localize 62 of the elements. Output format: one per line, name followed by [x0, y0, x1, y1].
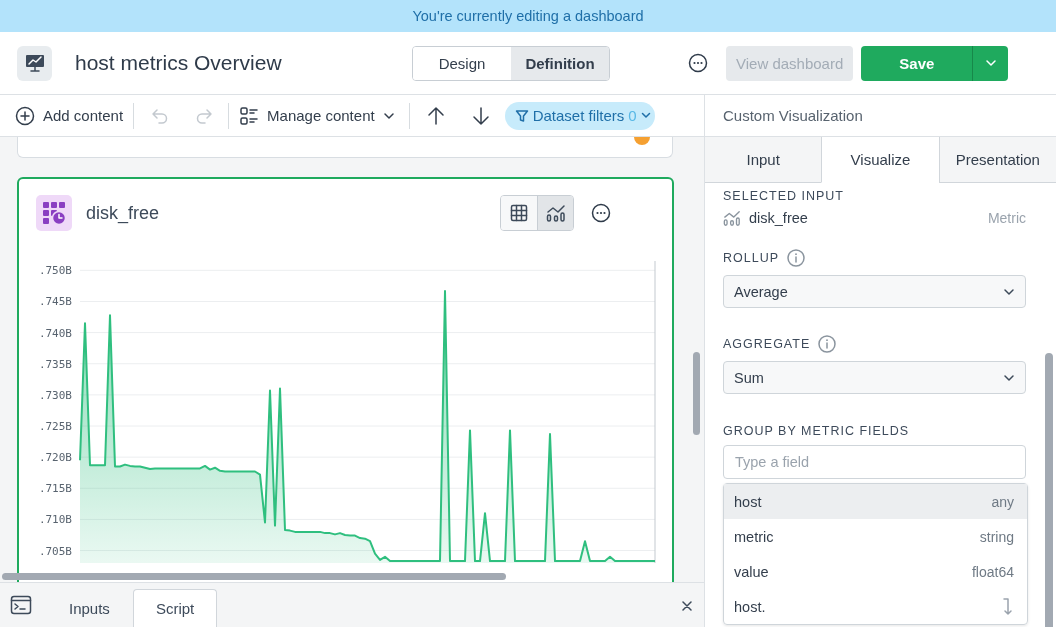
table-view-button[interactable]	[501, 196, 537, 230]
dropdown[interactable]: Sum	[723, 361, 1026, 394]
plus-circle-icon	[15, 105, 35, 126]
input-name: disk_free	[749, 210, 808, 226]
panel-tab[interactable]: Inputs	[46, 589, 133, 627]
dashboard-title: host metrics Overview	[75, 51, 283, 75]
axis-tick-label: .730B	[38, 388, 72, 402]
field-option[interactable]: host any	[724, 484, 1027, 519]
more-options-icon[interactable]	[688, 53, 708, 73]
axis-tick-label: .725B	[38, 420, 72, 433]
info-icon[interactable]	[787, 249, 806, 267]
arrow-down-icon	[1002, 597, 1014, 616]
move-down-icon[interactable]	[470, 105, 491, 126]
section-label: SELECTED INPUT	[723, 189, 844, 203]
move-up-icon[interactable]	[425, 105, 446, 126]
dataset-filters-button[interactable]: Dataset filters 0	[504, 101, 655, 130]
section-label: AGGREGATE	[723, 337, 811, 351]
banner-message: You're currently editing a dashboard	[412, 8, 644, 24]
list-icon	[239, 105, 260, 126]
section-label: ROLLUP	[723, 251, 780, 265]
caret-icon	[1003, 373, 1015, 382]
panel-tab[interactable]: Script	[132, 589, 218, 627]
grid-clock-icon	[36, 195, 72, 231]
card-title: disk_free	[86, 202, 161, 224]
chart-icon	[545, 204, 566, 222]
chart-view-button[interactable]	[537, 196, 573, 230]
caret-icon	[984, 59, 997, 67]
field-option[interactable]: host.	[724, 589, 1027, 624]
axis-tick-label: .705B	[38, 544, 72, 558]
field-option[interactable]: value float64	[724, 554, 1027, 589]
table-icon	[510, 204, 528, 222]
manage-content-button[interactable]: Manage content	[239, 105, 395, 126]
chart-icon	[723, 209, 741, 227]
caret-icon	[382, 111, 395, 120]
close-icon[interactable]	[682, 601, 692, 611]
horizontal-scrollbar[interactable]	[2, 573, 506, 580]
input-type: Metric	[987, 210, 1026, 226]
add-content-button[interactable]: Add content	[15, 105, 124, 126]
info-icon[interactable]	[818, 335, 837, 353]
save-options-button[interactable]	[972, 45, 1009, 81]
axis-tick-label: .750B	[38, 264, 72, 278]
caret-icon	[640, 112, 651, 119]
panel-tab[interactable]: Presentation	[938, 137, 1056, 183]
search-field[interactable]: Type a field	[723, 445, 1026, 479]
axis-tick-label: .715B	[38, 482, 72, 496]
mode-tab[interactable]: Definition	[511, 46, 609, 80]
caret-icon	[1003, 287, 1015, 296]
field-option[interactable]: metric string	[724, 519, 1027, 554]
more-options-icon[interactable]	[591, 203, 611, 223]
filter-icon	[514, 108, 529, 123]
vertical-scrollbar[interactable]	[693, 352, 700, 435]
axis-tick-label: .740B	[38, 326, 72, 340]
dashboard-logo-icon	[17, 45, 52, 81]
terminal-icon[interactable]	[10, 595, 32, 615]
axis-tick-label: .710B	[38, 513, 72, 527]
panel-tab[interactable]: Visualize	[821, 137, 939, 183]
axis-tick-label: .735B	[38, 357, 72, 371]
section-label: GROUP BY METRIC FIELDS	[723, 424, 910, 438]
axis-tick-label: .745B	[38, 295, 72, 309]
dropdown[interactable]: Average	[723, 275, 1026, 308]
vertical-scrollbar[interactable]	[1045, 353, 1053, 627]
axis-tick-label: .720B	[38, 451, 72, 465]
